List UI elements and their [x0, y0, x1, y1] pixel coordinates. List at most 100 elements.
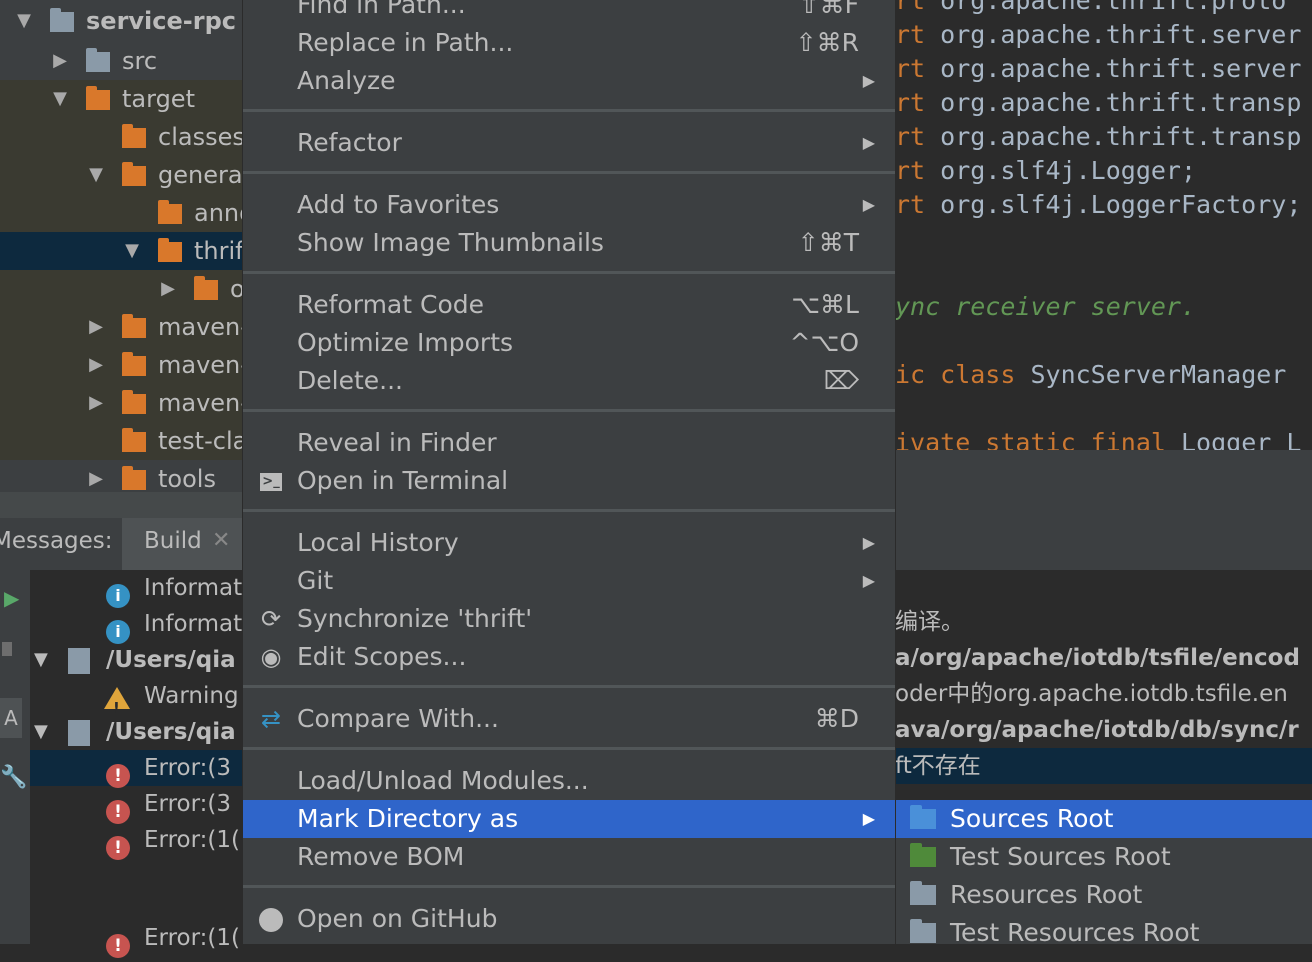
list-item[interactable]: ▼ /Users/qia [30, 642, 245, 678]
menu-item-git[interactable]: Git ▶ [243, 562, 895, 600]
tree-item-annotations[interactable]: anno [0, 194, 245, 232]
menu-item-find-in-path[interactable]: Find in Path... ⇧⌘F [243, 0, 895, 24]
folder-icon [122, 390, 146, 414]
tree-item-maven[interactable]: ▶ maven- [0, 308, 245, 346]
submenu-arrow-icon: ▶ [862, 71, 875, 90]
error-icon: ! [106, 800, 130, 824]
tree-item-target[interactable]: ▼ target [0, 80, 245, 118]
code-line: rt org.apache.thrift.server [895, 54, 1301, 83]
menu-item-reformat-code[interactable]: Reformat Code ⌥⌘L [243, 286, 895, 324]
submenu-arrow-icon: ▶ [862, 133, 875, 152]
output-line[interactable]: a/org/apache/iotdb/tsfile/encod [895, 640, 1312, 676]
menu-item-load-unload-modules[interactable]: Load/Unload Modules... [243, 762, 895, 800]
menu-item-show-image-thumbnails[interactable]: Show Image Thumbnails ⇧⌘T [243, 224, 895, 262]
chevron-right-icon[interactable]: ▶ [86, 384, 106, 422]
menu-item-open-on-github[interactable]: Open on GitHub [243, 900, 895, 938]
tab-build[interactable]: Build ✕ [122, 518, 245, 570]
code-line: rt org.apache.thrift.transp [895, 122, 1301, 151]
menu-item-label: Find in Path... [297, 0, 466, 19]
message-text: /Users/qia [106, 647, 236, 673]
chevron-down-icon[interactable]: ▼ [34, 714, 48, 750]
folder-icon [122, 428, 146, 452]
submenu-item-test-resources-root[interactable]: Test Resources Root [896, 914, 1312, 952]
tree-item-tools[interactable]: ▶ tools [0, 460, 245, 492]
chevron-right-icon[interactable]: ▶ [86, 460, 106, 492]
chevron-right-icon[interactable]: ▶ [86, 346, 106, 384]
menu-item-local-history[interactable]: Local History ▶ [243, 524, 895, 562]
stop-icon[interactable] [2, 642, 12, 656]
list-item[interactable]: ▼ /Users/qia [30, 714, 245, 750]
scope-icon: ◉ [260, 643, 282, 671]
menu-item-add-to-favorites[interactable]: Add to Favorites ▶ [243, 186, 895, 224]
panel-splitter[interactable] [0, 492, 245, 518]
module-folder-icon [50, 8, 74, 32]
tree-item-maven[interactable]: ▶ maven- [0, 346, 245, 384]
tree-item-classes[interactable]: classes [0, 118, 245, 156]
menu-item-delete[interactable]: Delete... ⌦ [243, 362, 895, 400]
java-file-icon [68, 648, 90, 674]
error-icon: ! [106, 934, 130, 958]
editor-scrollbar[interactable] [895, 450, 1312, 470]
menu-item-label: Load/Unload Modules... [297, 766, 589, 795]
list-item[interactable]: ! Error:(3 [30, 786, 245, 824]
menu-item-edit-scopes[interactable]: ◉ Edit Scopes... [243, 638, 895, 676]
list-item[interactable]: i Informat [30, 570, 245, 608]
chevron-right-icon[interactable]: ▶ [86, 308, 106, 346]
submenu-item-test-sources-root[interactable]: Test Sources Root [896, 838, 1312, 876]
menu-item-label: Replace in Path... [297, 28, 514, 57]
chevron-down-icon[interactable]: ▼ [86, 156, 106, 194]
menu-item-refactor[interactable]: Refactor ▶ [243, 124, 895, 162]
tree-item-test-classes[interactable]: test-cla [0, 422, 245, 460]
info-icon: i [106, 584, 130, 608]
list-item[interactable]: ! Error:(1( [30, 920, 245, 958]
code-text: org.apache.thrift.server [925, 20, 1302, 49]
menu-item-analyze[interactable]: Analyze ▶ [243, 62, 895, 100]
output-header [895, 470, 1312, 571]
list-item[interactable]: ! Error:(3 [30, 750, 245, 788]
menu-item-remove-bom[interactable]: Remove BOM [243, 838, 895, 876]
chevron-right-icon[interactable]: ▶ [50, 42, 70, 80]
message-text: /Users/qia [106, 719, 236, 745]
output-line[interactable]: oder中的org.apache.iotdb.tsfile.en [895, 676, 1312, 712]
menu-item-replace-in-path[interactable]: Replace in Path... ⇧⌘R [243, 24, 895, 62]
output-line[interactable]: ft不存在 [895, 748, 1312, 784]
submenu-item-resources-root[interactable]: Resources Root [896, 876, 1312, 914]
message-text: Informat [144, 611, 243, 637]
close-icon[interactable]: ✕ [212, 528, 230, 553]
run-icon[interactable]: ▶ [4, 586, 19, 610]
menu-item-mark-directory-as[interactable]: Mark Directory as ▶ [243, 800, 895, 838]
code-editor[interactable]: rt org.apache.thrift.proto rt org.apache… [895, 0, 1312, 450]
tree-item-o[interactable]: ▶ o [0, 270, 245, 308]
submenu-item-sources-root[interactable]: Sources Root [896, 800, 1312, 838]
filter-icon[interactable]: A [0, 698, 22, 738]
chevron-down-icon[interactable]: ▼ [122, 232, 142, 270]
folder-icon [86, 48, 110, 72]
output-line[interactable]: ava/org/apache/iotdb/db/sync/r [895, 712, 1312, 748]
chevron-down-icon[interactable]: ▼ [50, 80, 70, 118]
test-resources-folder-icon [910, 919, 936, 943]
menu-item-open-in-terminal[interactable]: >_ Open in Terminal [243, 462, 895, 500]
menu-item-optimize-imports[interactable]: Optimize Imports ^⌥O [243, 324, 895, 362]
output-line[interactable]: 编译。 [895, 604, 1312, 640]
menu-item-synchronize[interactable]: ⟳ Synchronize 'thrift' [243, 600, 895, 638]
tree-item-maven[interactable]: ▶ maven- [0, 384, 245, 422]
list-item[interactable]: ! Error:(1( [30, 822, 245, 860]
shortcut: ⌥⌘L [791, 290, 859, 319]
list-item[interactable]: i Informat [30, 606, 245, 644]
menu-item-compare-with[interactable]: ⇄ Compare With... ⌘D [243, 700, 895, 738]
messages-tab-bar: Messages: Build ✕ [0, 518, 245, 571]
wrench-icon[interactable]: 🔧 [0, 765, 27, 790]
menu-item-label: Refactor [297, 128, 402, 157]
tree-item-label: thrif [194, 237, 244, 265]
chevron-down-icon[interactable]: ▼ [34, 642, 48, 678]
tree-item-generated[interactable]: ▼ genera [0, 156, 245, 194]
tree-item-thrift[interactable]: ▼ thrif [0, 232, 245, 270]
chevron-down-icon[interactable]: ▼ [14, 2, 34, 40]
tree-item-service-rpc[interactable]: ▼ service-rpc [0, 2, 245, 40]
list-item[interactable]: ! Warning [30, 678, 245, 717]
sync-icon: ⟳ [260, 605, 282, 633]
chevron-right-icon[interactable]: ▶ [158, 270, 178, 308]
menu-item-reveal-in-finder[interactable]: Reveal in Finder [243, 424, 895, 462]
tree-item-src[interactable]: ▶ src [0, 42, 245, 80]
messages-toolbar: ▶ A 🔧 [0, 570, 31, 944]
